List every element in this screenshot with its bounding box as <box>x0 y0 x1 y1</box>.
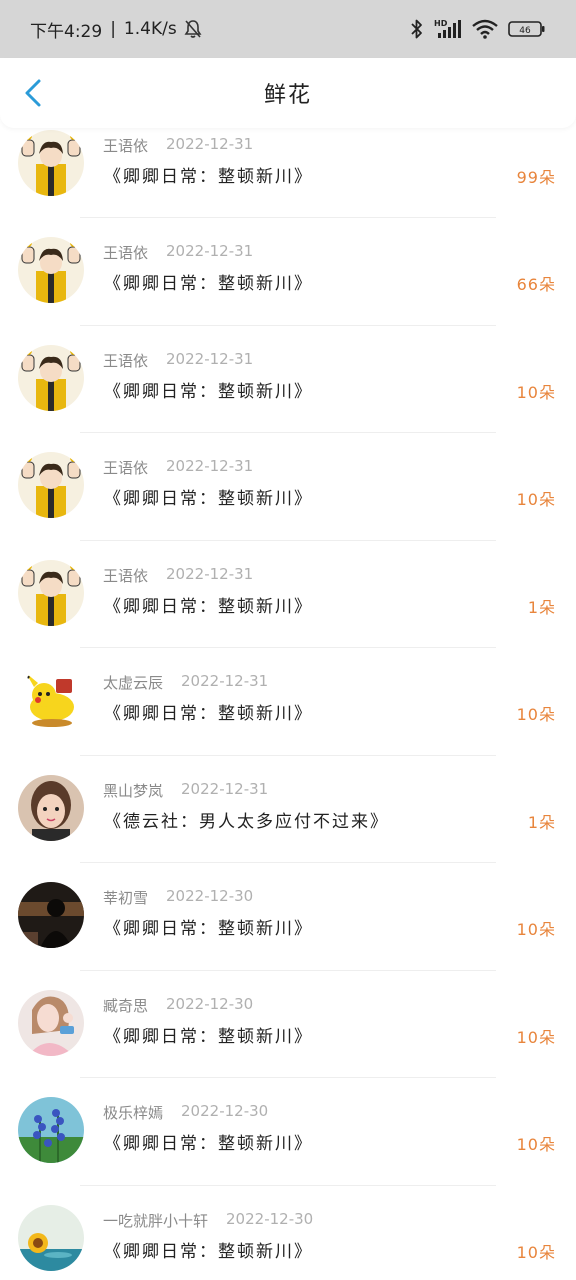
flower-count: 10朵 <box>516 1242 556 1262</box>
list-item[interactable]: 王语依 2022-12-31 《卿卿日常：整顿新川》 99朵 <box>0 128 576 218</box>
bluetooth-icon <box>410 18 424 40</box>
flower-count: 10朵 <box>516 705 556 724</box>
date: 2022-12-30 <box>226 1209 314 1228</box>
date: 2022-12-30 <box>166 994 254 1013</box>
list-item[interactable]: 王语依 2022-12-31 《卿卿日常：整顿新川》 10朵 <box>0 433 576 541</box>
list-item[interactable]: 莘初雪 2022-12-30 《卿卿日常：整顿新川》 10朵 <box>0 863 576 971</box>
work-title: 《卿卿日常：整顿新川》 <box>104 1134 313 1154</box>
status-bar: 下午4:29 | 1.4K/s HD 46 <box>0 0 576 58</box>
row-meta: 臧奇思 2022-12-30 <box>103 995 253 1016</box>
user-name: 臧奇思 <box>103 996 149 1015</box>
work-title: 《卿卿日常：整顿新川》 <box>104 167 313 187</box>
hd-signal-icon: HD <box>434 18 462 40</box>
flower-count: 1朵 <box>527 597 556 617</box>
user-name: 王语依 <box>103 351 149 370</box>
user-name: 一吃就胖小十轩 <box>103 1211 209 1230</box>
header: 鲜花 <box>0 58 576 128</box>
date: 2022-12-31 <box>166 349 254 368</box>
row-meta: 王语依 2022-12-31 <box>103 350 253 371</box>
avatar[interactable] <box>18 1204 84 1271</box>
avatar[interactable] <box>18 882 84 948</box>
list-item[interactable]: 黑山梦岚 2022-12-31 《德云社：男人太多应付不过来》 1朵 <box>0 756 576 863</box>
svg-text:HD: HD <box>434 19 448 28</box>
user-name: 王语依 <box>103 137 149 155</box>
work-title: 《卿卿日常：整顿新川》 <box>104 1241 313 1262</box>
avatar[interactable] <box>18 130 84 196</box>
row-meta: 王语依 2022-12-31 <box>103 457 253 478</box>
status-time: 下午4:29 <box>30 21 103 42</box>
avatar[interactable] <box>18 774 84 841</box>
avatar[interactable] <box>18 559 84 626</box>
flower-count: 10朵 <box>516 920 556 939</box>
avatar[interactable] <box>18 989 84 1056</box>
avatar[interactable] <box>18 1097 84 1163</box>
flower-list[interactable]: 王语依 2022-12-31 《卿卿日常：整顿新川》 99朵 王语依 2022-12-31… <box>0 128 576 1280</box>
list-item[interactable]: 一吃就胖小十轩 2022-12-30 《卿卿日常：整顿新川》 10朵 <box>0 1186 576 1280</box>
chevron-left-icon <box>25 79 41 107</box>
flower-count: 10朵 <box>516 1135 556 1154</box>
row-meta: 一吃就胖小十轩 2022-12-30 <box>103 1210 313 1231</box>
date: 2022-12-31 <box>166 457 254 475</box>
list-item[interactable]: 王语依 2022-12-31 《卿卿日常：整顿新川》 10朵 <box>0 326 576 433</box>
user-name: 王语依 <box>103 459 149 477</box>
date: 2022-12-31 <box>181 672 269 690</box>
user-name: 王语依 <box>103 566 149 585</box>
status-separator: | <box>110 19 116 39</box>
flower-count: 10朵 <box>516 1027 556 1047</box>
row-meta: 王语依 2022-12-31 <box>103 135 253 156</box>
date: 2022-12-31 <box>166 135 254 153</box>
status-speed: 1.4K/s <box>123 19 177 39</box>
user-name: 莘初雪 <box>103 889 149 907</box>
work-title: 《卿卿日常：整顿新川》 <box>104 274 313 294</box>
flower-count: 66朵 <box>516 275 556 294</box>
wifi-icon <box>472 19 498 39</box>
row-meta: 莘初雪 2022-12-30 <box>103 887 253 908</box>
battery-level: 46 <box>519 26 531 36</box>
work-title: 《卿卿日常：整顿新川》 <box>104 1026 313 1047</box>
list-item[interactable]: 极乐梓嫣 2022-12-30 《卿卿日常：整顿新川》 10朵 <box>0 1078 576 1186</box>
avatar[interactable] <box>18 344 84 411</box>
back-button[interactable] <box>18 76 48 110</box>
date: 2022-12-31 <box>166 564 254 583</box>
user-name: 王语依 <box>103 244 149 262</box>
row-meta: 极乐梓嫣 2022-12-30 <box>103 1102 268 1123</box>
date: 2022-12-30 <box>181 1102 269 1120</box>
list-item[interactable]: 太虚云辰 2022-12-31 《卿卿日常：整顿新川》 10朵 <box>0 648 576 756</box>
avatar[interactable] <box>18 667 84 733</box>
page-title: 鲜花 <box>263 83 312 108</box>
work-title: 《卿卿日常：整顿新川》 <box>104 489 313 509</box>
row-meta: 太虚云辰 2022-12-31 <box>103 672 268 693</box>
work-title: 《德云社：男人太多应付不过来》 <box>104 811 389 832</box>
bell-off-icon <box>183 19 203 39</box>
avatar[interactable] <box>18 452 84 518</box>
row-meta: 王语依 2022-12-31 <box>103 565 253 586</box>
row-meta: 黑山梦岚 2022-12-31 <box>103 780 268 801</box>
list-item[interactable]: 臧奇思 2022-12-30 《卿卿日常：整顿新川》 10朵 <box>0 971 576 1078</box>
work-title: 《卿卿日常：整顿新川》 <box>104 919 313 939</box>
flower-count: 99朵 <box>516 168 556 187</box>
date: 2022-12-30 <box>166 887 254 905</box>
avatar[interactable] <box>18 237 84 303</box>
flower-count: 1朵 <box>527 812 556 832</box>
battery-icon: 46 <box>508 19 546 39</box>
user-name: 黑山梦岚 <box>103 781 164 800</box>
date: 2022-12-31 <box>166 242 254 260</box>
status-left: 下午4:29 | 1.4K/s <box>30 17 203 42</box>
list-item[interactable]: 王语依 2022-12-31 《卿卿日常：整顿新川》 1朵 <box>0 541 576 648</box>
user-name: 极乐梓嫣 <box>103 1104 164 1122</box>
list-item[interactable]: 王语依 2022-12-31 《卿卿日常：整顿新川》 66朵 <box>0 218 576 326</box>
flower-count: 10朵 <box>516 382 556 402</box>
work-title: 《卿卿日常：整顿新川》 <box>104 596 313 617</box>
work-title: 《卿卿日常：整顿新川》 <box>104 704 313 724</box>
work-title: 《卿卿日常：整顿新川》 <box>104 381 313 402</box>
flower-count: 10朵 <box>516 490 556 509</box>
date: 2022-12-31 <box>181 779 269 798</box>
row-meta: 王语依 2022-12-31 <box>103 242 253 263</box>
status-right: HD 46 <box>410 18 546 40</box>
user-name: 太虚云辰 <box>103 674 164 692</box>
